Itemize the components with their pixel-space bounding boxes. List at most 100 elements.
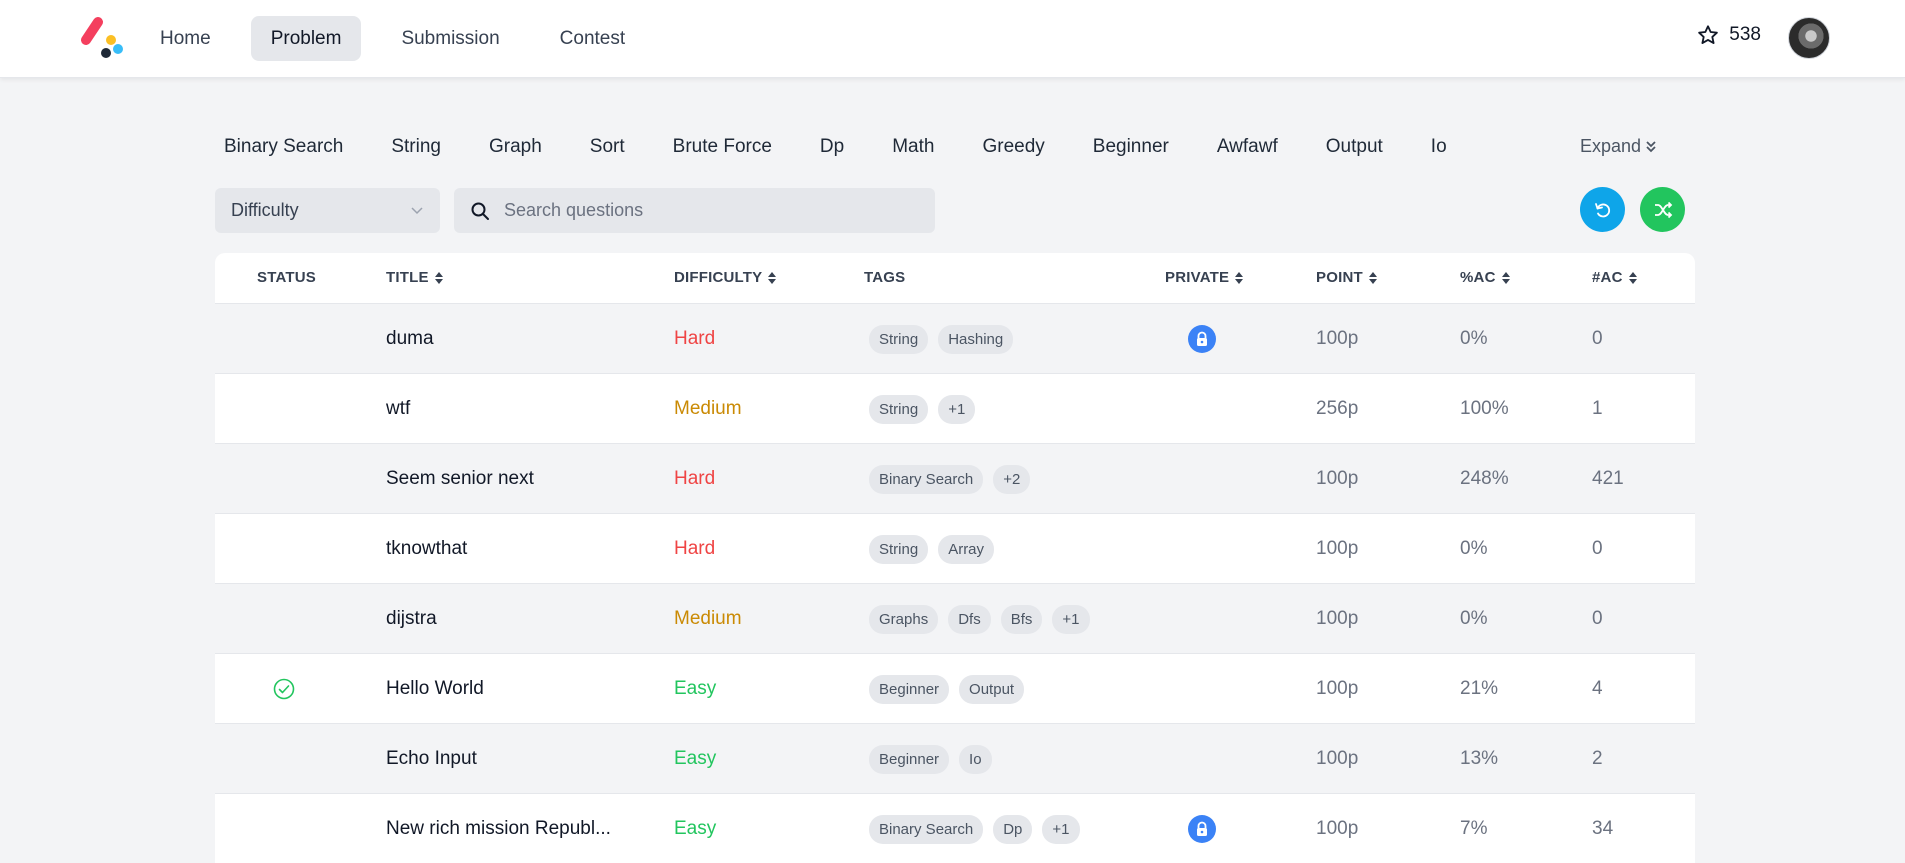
main-nav: Home Problem Submission Contest (140, 16, 665, 61)
header-difficulty[interactable]: DIFFICULTY (674, 269, 777, 286)
table-row[interactable]: Echo Input Easy Beginner Io 100p 13% 2 (215, 723, 1695, 793)
nav-item-problem[interactable]: Problem (250, 16, 362, 61)
status-cell (273, 444, 313, 514)
refresh-icon (1594, 202, 1610, 217)
tag-filter-binary-search[interactable]: Binary Search (224, 136, 343, 158)
table-row[interactable]: Seem senior next Hard Binary Search +2 100p 2… (215, 443, 1695, 513)
problem-title-link[interactable]: dijstra (386, 584, 626, 654)
ac-percent-value: 0% (1460, 608, 1488, 629)
tag-filter-brute-force[interactable]: Brute Force (673, 136, 772, 158)
table-row[interactable]: duma Hard String Hashing 100p 0% 0 (215, 303, 1695, 373)
problem-title-link[interactable]: wtf (386, 374, 626, 444)
tag-chip[interactable]: String (869, 534, 929, 564)
status-cell (273, 654, 313, 724)
check-circle-icon (273, 678, 295, 700)
tag-chip[interactable]: String (869, 324, 929, 354)
tag-filter-math[interactable]: Math (892, 136, 934, 158)
point-value: 100p (1316, 608, 1359, 629)
header-status: STATUS (257, 269, 316, 286)
difficulty-select[interactable]: Difficulty (215, 188, 440, 233)
tag-filter-io[interactable]: Io (1431, 136, 1447, 158)
header-point[interactable]: POINT (1316, 269, 1377, 286)
tag-chip[interactable]: Hashing (938, 324, 1014, 354)
header-pct-ac[interactable]: %AC (1460, 269, 1510, 286)
search-icon (471, 202, 489, 220)
tag-chip[interactable]: Graphs (869, 604, 939, 634)
tag-filter-greedy[interactable]: Greedy (982, 136, 1044, 158)
ac-count-value: 34 (1592, 818, 1614, 839)
nav-item-home[interactable]: Home (140, 16, 231, 61)
tag-filter-string[interactable]: String (391, 136, 441, 158)
tags-cell: Beginner Io (869, 724, 992, 794)
sort-icon (1235, 271, 1244, 284)
tag-chip[interactable]: Bfs (1000, 604, 1043, 634)
problem-title-link[interactable]: Seem senior next (386, 444, 626, 514)
ac-count-value: 4 (1592, 678, 1603, 699)
tag-filter-awfawf[interactable]: Awfawf (1217, 136, 1278, 158)
tag-filter-output[interactable]: Output (1326, 136, 1383, 158)
tag-chip[interactable]: +2 (993, 464, 1031, 494)
ac-percent-value: 0% (1460, 328, 1488, 349)
search-bar (454, 188, 935, 233)
private-cell (1188, 444, 1218, 514)
tag-filter-graph[interactable]: Graph (489, 136, 542, 158)
lock-icon (1188, 815, 1216, 843)
tag-chip[interactable]: Beginner (869, 674, 950, 704)
point-value: 100p (1316, 678, 1359, 699)
tag-chip[interactable]: Binary Search (869, 814, 984, 844)
app-logo[interactable] (78, 16, 124, 60)
ac-percent-value: 13% (1460, 748, 1499, 769)
problem-title-link[interactable]: duma (386, 304, 626, 374)
problem-title-link[interactable]: Echo Input (386, 724, 626, 794)
tag-filter-sort[interactable]: Sort (590, 136, 625, 158)
problem-title-link[interactable]: tknowthat (386, 514, 626, 584)
point-value: 100p (1316, 818, 1359, 839)
header-title[interactable]: TITLE (386, 269, 443, 286)
user-avatar[interactable] (1788, 17, 1830, 59)
tag-chip[interactable]: Output (959, 674, 1025, 704)
reset-filters-button[interactable] (1580, 187, 1625, 232)
tag-filter-dp[interactable]: Dp (820, 136, 844, 158)
private-cell (1188, 304, 1218, 374)
problem-title-link[interactable]: Hello World (386, 654, 626, 724)
sort-icon (434, 271, 443, 284)
tag-chip[interactable]: Dfs (948, 604, 991, 634)
table-row[interactable]: Hello World Easy Beginner Output 100p 21% 4 (215, 653, 1695, 723)
tag-chip[interactable]: String (869, 394, 929, 424)
points-display[interactable]: 538 (1697, 24, 1761, 46)
random-problem-button[interactable] (1640, 187, 1685, 232)
status-cell (273, 724, 313, 794)
star-icon (1698, 25, 1719, 44)
difficulty-label: Medium (674, 608, 742, 629)
ac-count-value: 1 (1592, 398, 1603, 419)
private-cell (1188, 584, 1218, 654)
ac-percent-value: 7% (1460, 818, 1488, 839)
header-num-ac[interactable]: #AC (1592, 269, 1637, 286)
tag-chip[interactable]: +1 (1042, 814, 1080, 844)
table-row[interactable]: dijstra Medium Graphs Dfs Bfs +1 100p 0% 0 (215, 583, 1695, 653)
nav-item-submission[interactable]: Submission (381, 16, 519, 61)
tag-chip[interactable]: Array (938, 534, 995, 564)
sort-icon (1501, 271, 1510, 284)
header-private[interactable]: PRIVATE (1165, 269, 1244, 286)
difficulty-select-label: Difficulty (231, 200, 299, 220)
tag-filter-beginner[interactable]: Beginner (1093, 136, 1169, 158)
tag-chip[interactable]: Dp (993, 814, 1033, 844)
tag-chip[interactable]: +1 (1052, 604, 1090, 634)
nav-item-contest[interactable]: Contest (540, 16, 645, 61)
expand-tags-button[interactable]: Expand (1580, 136, 1657, 157)
tags-cell: Binary Search Dp +1 (869, 794, 1080, 863)
tag-chip[interactable]: Io (959, 744, 992, 774)
table-row[interactable]: tknowthat Hard String Array 100p 0% 0 (215, 513, 1695, 583)
table-row[interactable]: New rich mission Republ... Easy Binary Sea… (215, 793, 1695, 863)
tag-chip[interactable]: Beginner (869, 744, 950, 774)
problem-title-link[interactable]: New rich mission Republ... (386, 794, 626, 863)
table-row[interactable]: wtf Medium String +1 256p 100% 1 (215, 373, 1695, 443)
difficulty-label: Easy (674, 678, 717, 699)
tag-chip[interactable]: Binary Search (869, 464, 984, 494)
header-pct-ac-label: %AC (1460, 269, 1496, 286)
tag-chip[interactable]: +1 (938, 394, 976, 424)
search-input[interactable] (504, 200, 904, 221)
tags-cell: String Hashing (869, 304, 1014, 374)
header-tags: TAGS (864, 269, 905, 286)
